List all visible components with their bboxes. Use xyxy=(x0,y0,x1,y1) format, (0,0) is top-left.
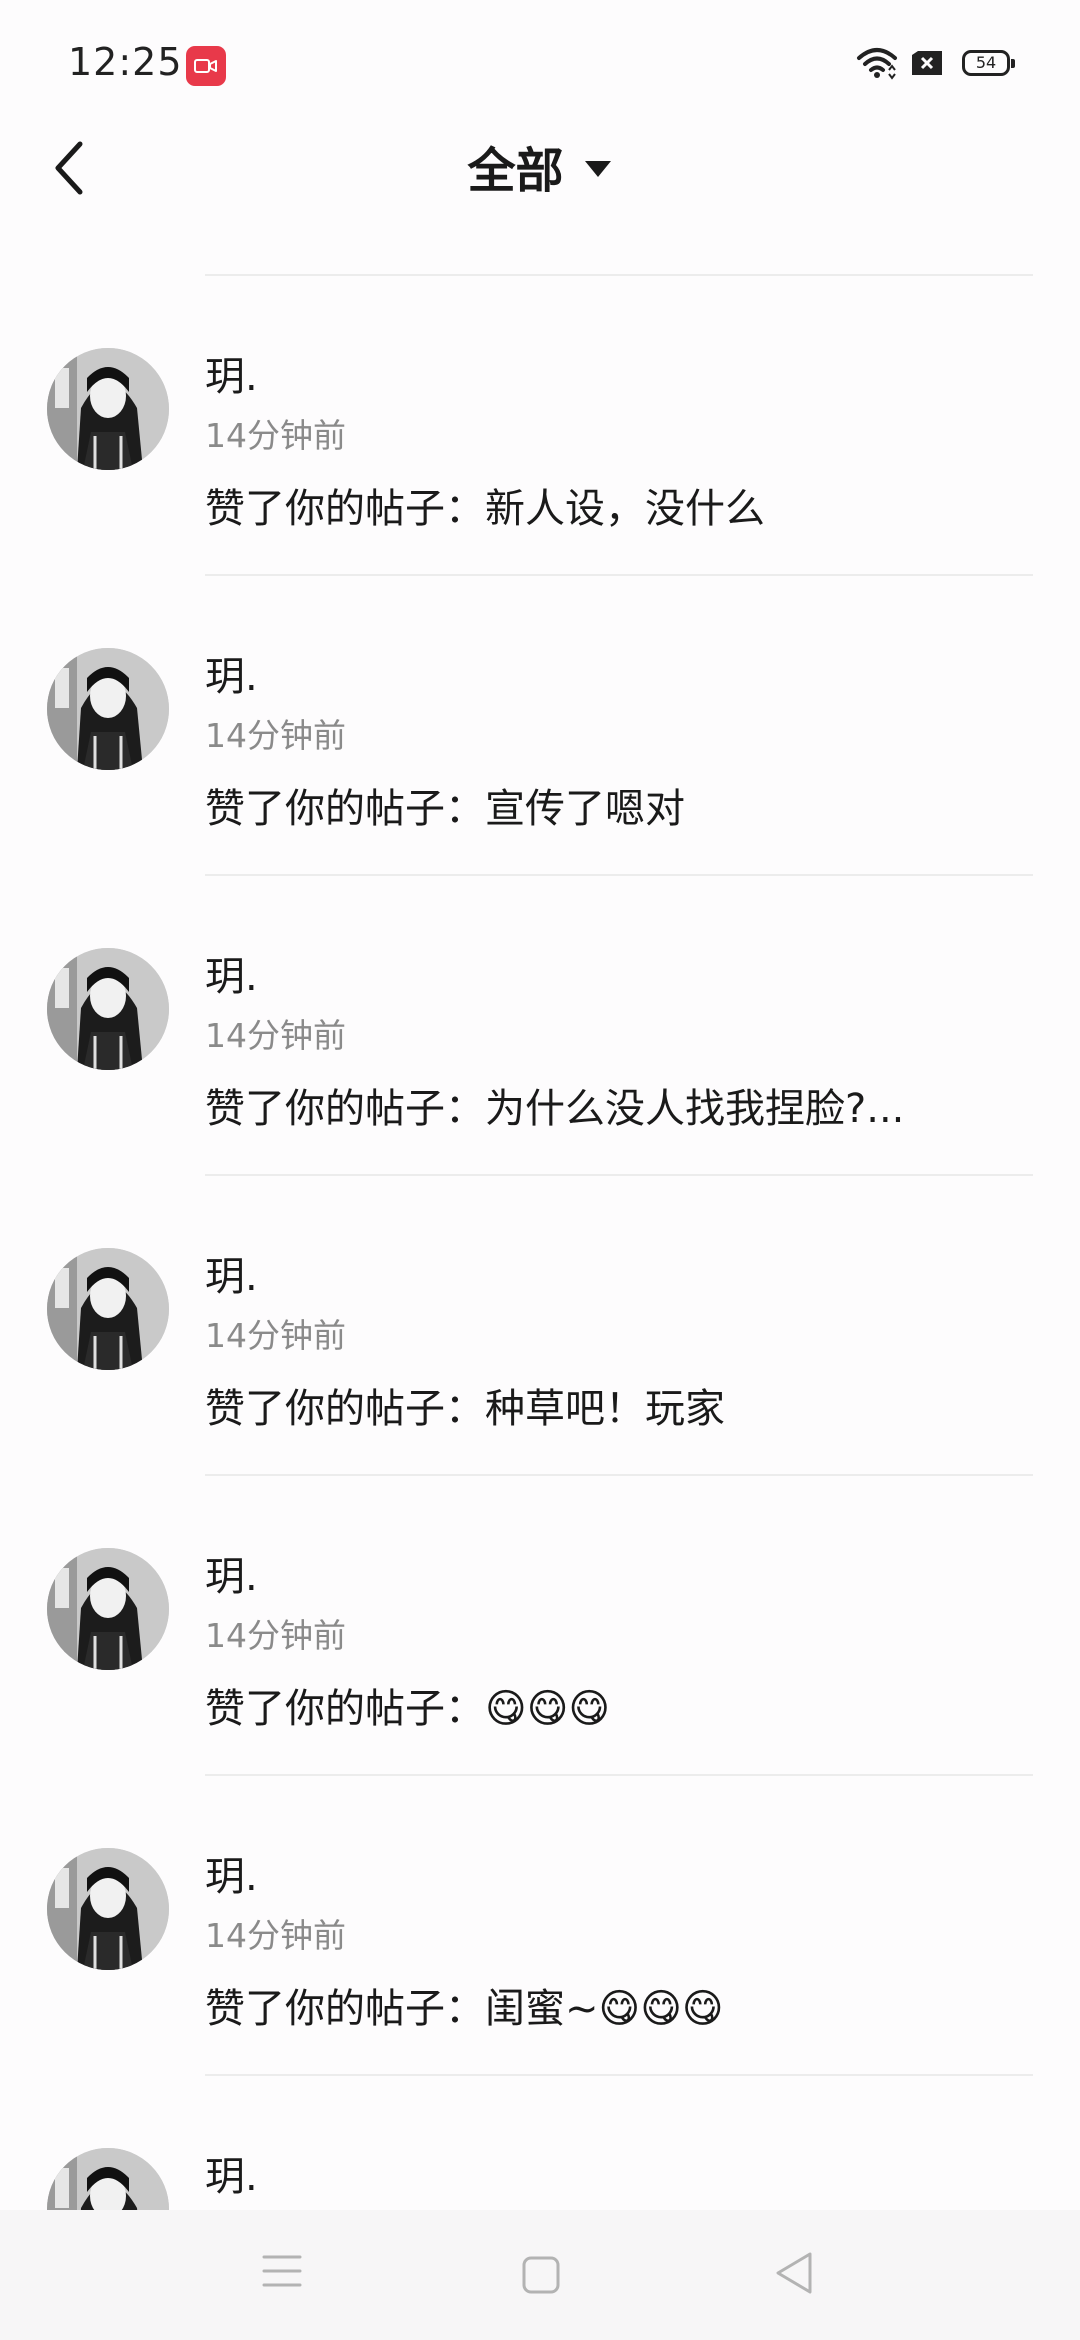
list-item[interactable]: 玥. 14分钟前 赞了你的帖子：新人设，没什么 xyxy=(0,276,1080,576)
timestamp: 14分钟前 xyxy=(205,1316,346,1355)
screen-record-icon xyxy=(186,46,226,86)
triangle-down-icon xyxy=(583,159,613,183)
list-item[interactable]: 玥. 14分钟前 赞了你的帖子：为什么没人找我捏脸?... xyxy=(0,876,1080,1176)
list-item[interactable]: 玥. 14分钟前 赞了你的帖子：宣传了嗯对 xyxy=(0,576,1080,876)
header-filter[interactable]: 全部 xyxy=(0,136,1080,206)
list-item[interactable]: 玥. 14分钟前 赞了你的帖子：闺蜜~😋😋😋 xyxy=(0,1776,1080,2076)
username[interactable]: 玥. xyxy=(205,1852,258,1902)
notification-message[interactable]: 赞了你的帖子：😋😋😋 xyxy=(205,1684,610,1734)
timestamp: 14分钟前 xyxy=(205,1616,346,1655)
username[interactable]: 玥. xyxy=(205,352,258,402)
avatar[interactable] xyxy=(47,948,169,1070)
username[interactable]: 玥. xyxy=(205,652,258,702)
username[interactable]: 玥. xyxy=(205,952,258,1002)
battery-level: 54 xyxy=(975,53,997,72)
header-title: 全部 xyxy=(467,143,564,199)
notification-message[interactable]: 赞了你的帖子：为什么没人找我捏脸?... xyxy=(205,1084,904,1134)
avatar[interactable] xyxy=(47,1548,169,1670)
avatar[interactable] xyxy=(47,1248,169,1370)
wifi-icon xyxy=(856,46,898,84)
sim-icon xyxy=(910,50,944,80)
notification-message[interactable]: 赞了你的帖子：种草吧！玩家 xyxy=(205,1384,725,1434)
battery-icon: 54 xyxy=(962,50,1015,76)
notification-message[interactable]: 赞了你的帖子：新人设，没什么 xyxy=(205,484,765,534)
menu-icon[interactable] xyxy=(262,2253,302,2293)
status-bar: 12:25 54 xyxy=(0,0,1080,130)
timestamp: 14分钟前 xyxy=(205,416,346,455)
triangle-left-icon[interactable] xyxy=(774,2251,814,2299)
screen: 12:25 54 全部 玥. 14分钟前 赞了你的帖子：新人设，没什么 玥. 1… xyxy=(0,0,1080,2340)
notification-message[interactable]: 赞了你的帖子：宣传了嗯对 xyxy=(205,784,685,834)
notification-message[interactable]: 赞了你的帖子：闺蜜~😋😋😋 xyxy=(205,1984,724,2034)
timestamp: 14分钟前 xyxy=(205,1916,346,1955)
timestamp: 14分钟前 xyxy=(205,716,346,755)
list-item[interactable]: 玥. 14分钟前 赞了你的帖子：种草吧！玩家 xyxy=(0,1176,1080,1476)
username[interactable]: 玥. xyxy=(205,1552,258,1602)
timestamp: 14分钟前 xyxy=(205,1016,346,1055)
avatar[interactable] xyxy=(47,348,169,470)
avatar[interactable] xyxy=(47,1848,169,1970)
username[interactable]: 玥. xyxy=(205,2152,258,2202)
status-time: 12:25 xyxy=(68,40,183,84)
username[interactable]: 玥. xyxy=(205,1252,258,1302)
home-square-icon[interactable] xyxy=(522,2256,560,2298)
avatar[interactable] xyxy=(47,648,169,770)
list-item[interactable]: 玥. 14分钟前 赞了你的帖子：😋😋😋 xyxy=(0,1476,1080,1776)
notification-list: 玥. 14分钟前 赞了你的帖子：新人设，没什么 玥. 14分钟前 赞了你的帖子：… xyxy=(0,276,1080,2340)
